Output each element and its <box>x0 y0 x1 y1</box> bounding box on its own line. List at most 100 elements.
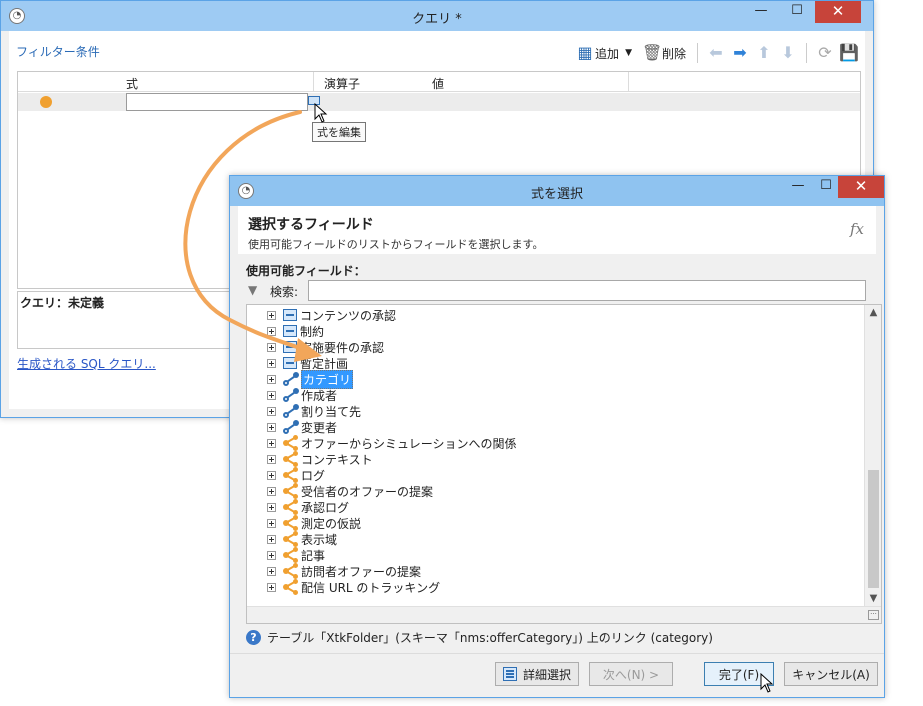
tree-item-label: ログ <box>301 468 326 483</box>
selection-info: ? テーブル「XtkFolder」(スキーマ「nms:offerCategory… <box>246 628 713 646</box>
column-header-operator[interactable]: 演算子 <box>324 75 360 92</box>
expand-icon[interactable] <box>267 406 276 416</box>
grid-header: 式 演算子 値 <box>18 72 860 92</box>
select-expression-dialog: ◔ 式を選択 — ☐ ✕ 選択するフィールド 使用可能フィールドのリストからフィ… <box>229 175 885 698</box>
dialog-footer: 詳細選択 次へ(N) > 完了(F) キャンセル(A) <box>230 653 884 697</box>
add-button[interactable]: ▦ 追加 ▼ <box>572 42 635 64</box>
condition-status-icon <box>40 96 52 108</box>
collection-link-icon <box>283 563 299 579</box>
refresh-icon[interactable]: ⟳ <box>815 43 835 63</box>
cancel-button[interactable]: キャンセル(A) <box>784 662 878 686</box>
fields-tree: コンテンツの承認 制約 実施要件の承認 暫定計画 カテゴリ 作成者 割り当て先 変更者 オファー… <box>246 304 882 624</box>
dialog-header-subtitle: 使用可能フィールドのリストからフィールドを選択します。 <box>248 238 544 251</box>
expand-icon[interactable] <box>267 358 276 368</box>
expand-icon[interactable] <box>267 326 276 336</box>
scroll-thumb[interactable] <box>868 470 879 588</box>
arrow-down-icon[interactable]: ⬇ <box>778 43 798 63</box>
tree-item[interactable]: 変更者 <box>267 419 337 435</box>
tree-item[interactable]: 実施要件の承認 <box>267 339 384 355</box>
tree-item[interactable]: 記事 <box>267 547 325 563</box>
link-icon <box>283 420 299 434</box>
expand-icon[interactable] <box>267 566 276 576</box>
collection-link-icon <box>283 547 299 563</box>
tree-item-label: 制約 <box>300 324 325 339</box>
collection-link-icon <box>283 531 299 547</box>
tree-item[interactable]: 訪問者オファーの提案 <box>267 563 421 579</box>
tree-item-label: 訪問者オファーの提案 <box>301 564 422 579</box>
tree-item[interactable]: カテゴリ <box>267 369 354 389</box>
collection-link-icon <box>283 579 299 595</box>
finish-button-label: 完了(F) <box>718 667 760 682</box>
collection-link-icon <box>283 499 299 515</box>
available-fields-label: 使用可能フィールド： <box>246 264 366 278</box>
table-row[interactable] <box>18 93 860 111</box>
expand-icon[interactable] <box>267 518 276 528</box>
next-button[interactable]: 次へ(N) > <box>589 662 673 686</box>
tree-item[interactable]: 制約 <box>267 323 324 339</box>
maximize-button[interactable]: ☐ <box>783 1 811 23</box>
add-button-label: 追加 <box>595 46 620 61</box>
tree-item[interactable]: ログ <box>267 467 325 483</box>
query-toolbar: ▦ 追加 ▼ 🗑 削除 ⬅ ➡ ⬆ ⬇ ⟳ 💾 <box>572 41 859 65</box>
tree-item[interactable]: 割り当て先 <box>267 403 361 419</box>
expand-icon[interactable] <box>267 438 276 448</box>
column-header-expression[interactable]: 式 <box>126 75 138 92</box>
tree-scrollbar[interactable]: ▲ ▼ <box>864 305 881 607</box>
expand-icon[interactable] <box>267 502 276 512</box>
arrow-up-icon[interactable]: ⬆ <box>754 43 774 63</box>
column-header-value[interactable]: 値 <box>432 75 444 92</box>
generated-sql-link[interactable]: 生成される SQL クエリ... <box>17 355 156 372</box>
tree-item-label: 作成者 <box>301 388 338 403</box>
dialog-close-button[interactable]: ✕ <box>838 176 884 198</box>
expand-icon[interactable] <box>267 470 276 480</box>
expand-icon[interactable] <box>267 422 276 432</box>
tree-item-label: 変更者 <box>301 420 338 435</box>
tree-item[interactable]: 承認ログ <box>267 499 349 515</box>
close-button[interactable]: ✕ <box>815 1 861 23</box>
expand-icon[interactable] <box>267 310 276 320</box>
save-icon[interactable]: 💾 <box>839 43 859 63</box>
expand-icon[interactable] <box>267 582 276 592</box>
scroll-up-icon[interactable]: ▲ <box>865 305 882 321</box>
more-options-icon[interactable]: ··· <box>868 610 879 620</box>
chevron-down-icon[interactable]: ▼ <box>625 48 632 58</box>
advanced-selection-button[interactable]: 詳細選択 <box>495 662 579 686</box>
dialog-maximize-button[interactable]: ☐ <box>812 176 840 198</box>
collection-link-icon <box>283 467 299 483</box>
tree-item[interactable]: コンテキスト <box>267 451 373 467</box>
tree-item[interactable]: コンテンツの承認 <box>267 307 396 323</box>
edit-expression-tooltip: 式を編集 <box>312 122 366 142</box>
tree-item[interactable]: 測定の仮説 <box>267 515 361 531</box>
tree-item-label: 承認ログ <box>301 500 350 515</box>
minimize-button[interactable]: — <box>747 1 775 23</box>
expand-icon[interactable] <box>267 454 276 464</box>
arrow-left-icon[interactable]: ⬅ <box>706 43 726 63</box>
tree-item[interactable]: 表示域 <box>267 531 337 547</box>
tab-filter-conditions[interactable]: フィルター条件 <box>16 43 100 60</box>
query-window-titlebar[interactable]: ◔ クエリ * — ☐ ✕ <box>1 1 873 31</box>
advanced-selection-icon <box>502 667 517 681</box>
search-input[interactable] <box>308 280 866 301</box>
scroll-down-icon[interactable]: ▼ <box>865 591 882 607</box>
expand-icon[interactable] <box>267 534 276 544</box>
arrow-right-icon[interactable]: ➡ <box>730 43 750 63</box>
tree-item-label: 受信者のオファーの提案 <box>301 484 434 499</box>
tree-item-label: 測定の仮説 <box>301 516 362 531</box>
expand-icon[interactable] <box>267 486 276 496</box>
expand-icon[interactable] <box>267 390 276 400</box>
tree-item[interactable]: 作成者 <box>267 387 337 403</box>
search-row: ▼ 検索: <box>248 280 866 302</box>
expand-icon[interactable] <box>267 342 276 352</box>
tree-item[interactable]: 受信者のオファーの提案 <box>267 483 433 499</box>
expression-input[interactable] <box>126 93 308 111</box>
dialog-titlebar[interactable]: ◔ 式を選択 — ☐ ✕ <box>230 176 884 206</box>
mouse-cursor-icon <box>760 673 774 693</box>
collection-link-icon <box>283 515 299 531</box>
column-divider <box>628 72 629 92</box>
delete-button[interactable]: 🗑 削除 <box>639 42 689 64</box>
dialog-minimize-button[interactable]: — <box>784 176 812 198</box>
expand-icon[interactable] <box>267 374 276 384</box>
tree-item[interactable]: 配信 URL のトラッキング <box>267 579 440 595</box>
tree-item[interactable]: オファーからシミュレーションへの関係 <box>267 435 517 451</box>
expand-icon[interactable] <box>267 550 276 560</box>
